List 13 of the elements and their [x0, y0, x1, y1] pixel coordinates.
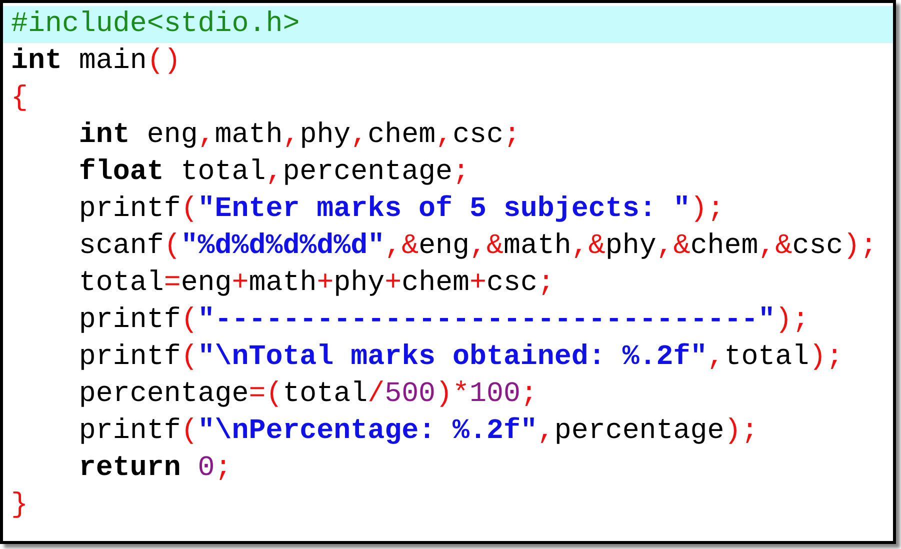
code-line: printf("\nPercentage: %.2f",percentage);: [78, 414, 760, 449]
code-line: percentage=(total/500)*100;: [78, 377, 538, 412]
code-line: printf("\nTotal marks obtained: %.2f",total);: [78, 340, 844, 375]
code-line: scanf("%d%d%d%d%d",&eng,&math,&phy,&chem,&csc);: [78, 229, 878, 264]
code-line: int eng,math,phy,chem,csc;: [78, 118, 522, 153]
code-line: return 0;: [78, 451, 233, 486]
code-line: {: [10, 81, 29, 116]
code-line: float total,percentage;: [78, 155, 470, 190]
code-line: int main(): [10, 44, 182, 79]
code-line: printf("Enter marks of 5 subjects: ");: [78, 192, 726, 227]
code-line: total=eng+math+phy+chem+csc;: [78, 266, 556, 301]
code-line: }: [10, 488, 29, 523]
code-line: printf("--------------------------------");: [78, 303, 810, 338]
